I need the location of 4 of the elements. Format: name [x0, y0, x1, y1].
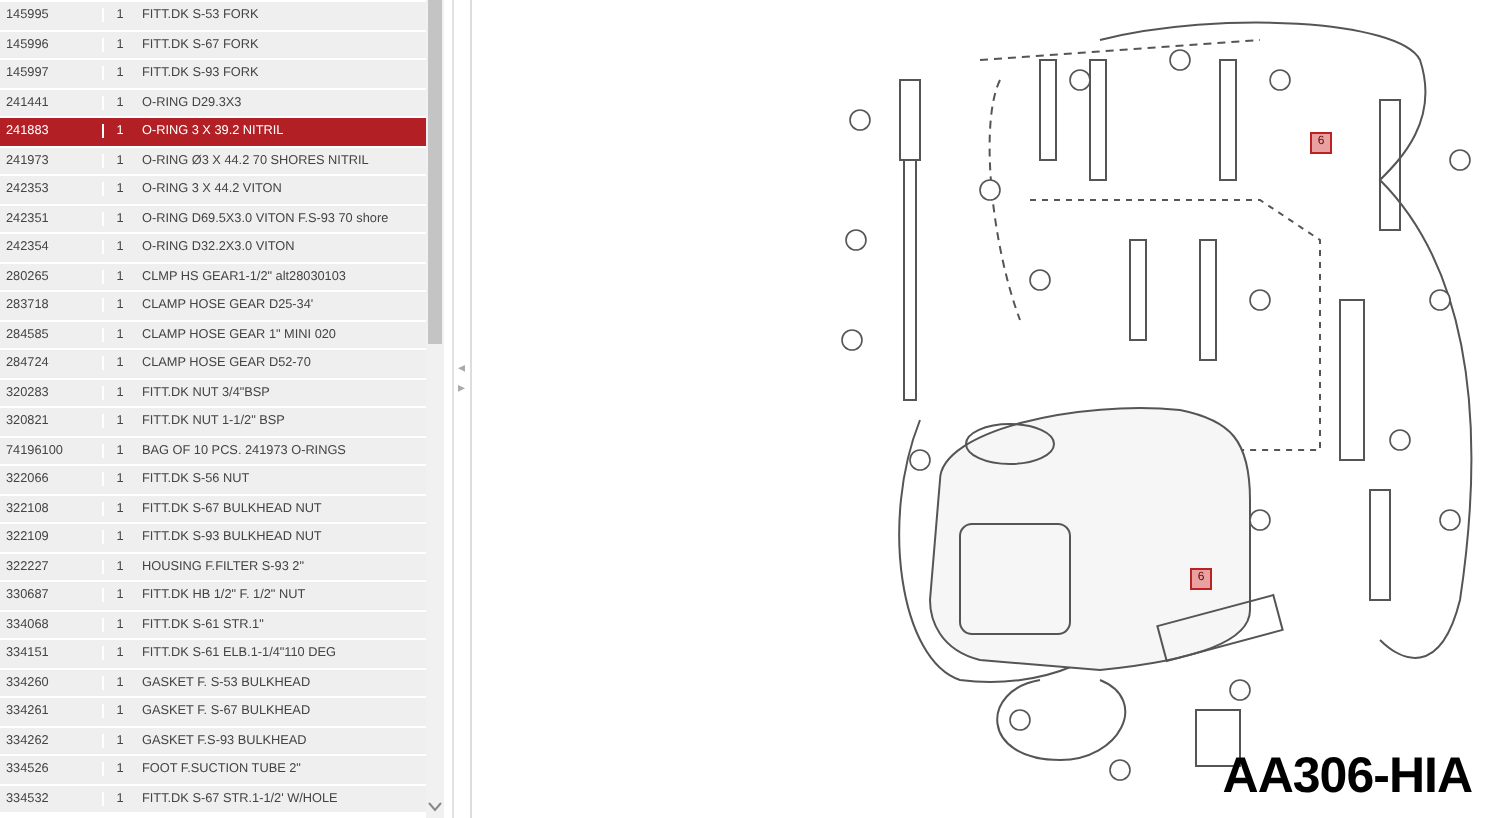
scroll-down-icon[interactable] — [428, 802, 442, 812]
scrollbar-thumb[interactable] — [428, 0, 442, 344]
diagram-title: AA306-HIA — [1222, 748, 1472, 806]
scrollbar[interactable] — [426, 0, 444, 818]
